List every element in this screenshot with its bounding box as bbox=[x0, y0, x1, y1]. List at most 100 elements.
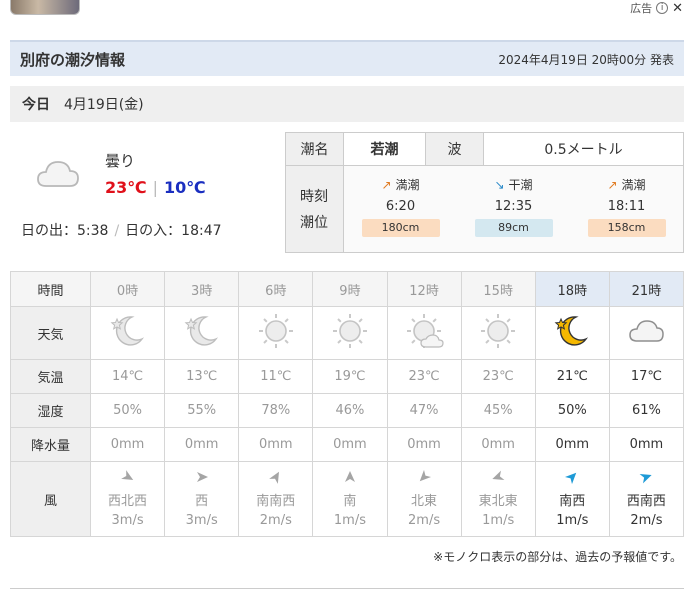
humidity-cell: 50% bbox=[534, 393, 610, 428]
temp-cell: 23℃ bbox=[460, 359, 536, 394]
cloud-icon bbox=[37, 161, 79, 187]
wind-row-label: 風 bbox=[10, 461, 91, 537]
time-row-label: 時間 bbox=[10, 271, 91, 307]
tide-row-labels: 時刻 潮位 bbox=[286, 166, 344, 252]
wind-direction: 南西 bbox=[559, 494, 586, 509]
temp-cell: 21℃ bbox=[534, 359, 610, 394]
divider bbox=[10, 588, 684, 589]
wind-direction: 西南西 bbox=[626, 494, 666, 509]
wind-arrow-icon bbox=[565, 472, 577, 484]
weather-cell bbox=[238, 306, 314, 360]
humidity-row-label: 湿度 bbox=[10, 393, 91, 428]
wind-direction: 東北東 bbox=[478, 494, 518, 509]
wind-cell: 南南西 2m/s bbox=[238, 461, 314, 537]
info-icon[interactable]: i bbox=[656, 2, 669, 14]
weather-cell bbox=[534, 306, 610, 360]
humidity-cell: 55% bbox=[164, 393, 240, 428]
sun-icon bbox=[332, 314, 367, 348]
date-bar: 今日 4月19日(金) bbox=[10, 86, 684, 122]
title-bar: 別府の潮汐情報 2024年4月19日 20時00分 発表 bbox=[10, 40, 684, 76]
ad-text: 広告 bbox=[630, 2, 653, 15]
sun-cloud-icon bbox=[407, 314, 444, 348]
weather-cell bbox=[460, 306, 536, 360]
wind-direction: 西北西 bbox=[108, 494, 148, 509]
wind-arrow-icon bbox=[268, 471, 279, 484]
humidity-cell: 50% bbox=[89, 393, 166, 428]
ad-label[interactable]: 広告 i ✕ bbox=[630, 0, 683, 16]
hour-cell: 3時 bbox=[164, 271, 240, 307]
wind-arrow-icon bbox=[344, 471, 355, 482]
rain-cell: 0mm bbox=[89, 427, 166, 462]
tide-event: ↗ 満潮 18:11 158cm bbox=[570, 166, 683, 252]
wind-direction: 南 bbox=[343, 494, 357, 509]
hourly-forecast-table: 時間 0時 3時 6時 9時 12時 15時 18時 21時 天気 気温 14℃ 13℃ 11℃ 19℃… bbox=[10, 271, 685, 537]
condition-text: 曇り bbox=[105, 152, 136, 170]
rain-cell: 0mm bbox=[608, 427, 685, 462]
hour-cell: 15時 bbox=[460, 271, 536, 307]
today-label: 今日 bbox=[22, 97, 50, 113]
tide-event-label: 満潮 bbox=[621, 178, 646, 192]
rain-cell: 0mm bbox=[534, 427, 610, 462]
tide-event-label: 干潮 bbox=[508, 178, 533, 192]
tide-events: ↗ 満潮 6:20 180cm ↘ 干潮 12:35 89cm ↗ 満潮 18:11 158cm bbox=[344, 166, 683, 252]
wind-cell: 西 3m/s bbox=[164, 461, 240, 537]
temp-cell: 14℃ bbox=[89, 359, 166, 394]
sun-times: 日の出：5:38 / 日の入：18:47 bbox=[21, 220, 222, 240]
rain-cell: 0mm bbox=[460, 427, 536, 462]
rain-cell: 0mm bbox=[312, 427, 388, 462]
arrow-up-right-icon: ↗ bbox=[381, 178, 392, 192]
hour-cell: 12時 bbox=[386, 271, 462, 307]
wind-arrow-icon bbox=[196, 472, 208, 482]
tide-name-value: 若潮 bbox=[344, 133, 426, 165]
wind-cell: 東北東 1m/s bbox=[460, 461, 536, 537]
sun-separator: / bbox=[114, 223, 120, 239]
wind-speed: 1m/s bbox=[482, 513, 515, 528]
wind-cell: 南西 1m/s bbox=[534, 461, 610, 537]
wind-speed: 2m/s bbox=[630, 513, 663, 528]
wind-speed: 2m/s bbox=[408, 513, 441, 528]
wind-cell: 北東 2m/s bbox=[386, 461, 462, 537]
tide-event-time: 6:20 bbox=[385, 199, 416, 214]
past-forecast-note: ※モノクロ表示の部分は、過去の予報値です。 bbox=[433, 550, 682, 564]
sunrise: 日の出：5:38 bbox=[21, 223, 109, 239]
high-temp: 23℃ bbox=[105, 178, 147, 197]
wind-cell: 西北西 3m/s bbox=[89, 461, 166, 537]
wind-direction: 西 bbox=[195, 494, 209, 509]
tide-event-type: ↗ 満潮 bbox=[607, 176, 645, 193]
wave-label: 波 bbox=[426, 133, 484, 165]
thumbnail-image[interactable] bbox=[10, 0, 80, 15]
tide-event-level: 158cm bbox=[587, 219, 666, 237]
humidity-cell: 78% bbox=[238, 393, 314, 428]
humidity-cell: 45% bbox=[460, 393, 536, 428]
wind-arrow-icon bbox=[492, 470, 505, 480]
wind-arrow-icon bbox=[120, 470, 133, 480]
close-icon[interactable]: ✕ bbox=[672, 1, 683, 16]
wind-direction: 北東 bbox=[411, 494, 438, 509]
arrow-down-right-icon: ↘ bbox=[494, 178, 505, 192]
weather-cell bbox=[164, 306, 240, 360]
rain-cell: 0mm bbox=[238, 427, 314, 462]
low-temp: 10℃ bbox=[164, 178, 206, 197]
humidity-cell: 46% bbox=[312, 393, 388, 428]
moon-icon bbox=[554, 316, 589, 346]
tide-event-time: 12:35 bbox=[494, 199, 533, 214]
hour-cell: 6時 bbox=[238, 271, 314, 307]
tide-event-type: ↘ 干潮 bbox=[494, 176, 532, 193]
temp-row-label: 気温 bbox=[10, 359, 91, 394]
moon-icon bbox=[110, 316, 144, 346]
wind-arrow-icon bbox=[640, 474, 653, 484]
tide-event-level: 89cm bbox=[474, 219, 553, 237]
issued-time: 2024年4月19日 20時00分 発表 bbox=[498, 52, 674, 67]
weather-cell bbox=[89, 306, 166, 360]
wind-cell: 西南西 2m/s bbox=[608, 461, 685, 537]
hour-cell: 18時 bbox=[534, 271, 610, 307]
rain-cell: 0mm bbox=[386, 427, 462, 462]
tide-event: ↗ 満潮 6:20 180cm bbox=[344, 166, 457, 252]
cloud-icon bbox=[629, 320, 665, 342]
wave-value: 0.5メートル bbox=[544, 142, 623, 158]
wind-speed: 3m/s bbox=[111, 513, 144, 528]
wind-direction: 南南西 bbox=[256, 494, 296, 509]
tide-table: 潮名 若潮 波 0.5メートル 時刻 潮位 ↗ 満潮 6:20 180cm ↘ 干潮 12:… bbox=[285, 132, 684, 253]
wind-cell: 南 1m/s bbox=[312, 461, 388, 537]
rain-row-label: 降水量 bbox=[10, 427, 91, 462]
